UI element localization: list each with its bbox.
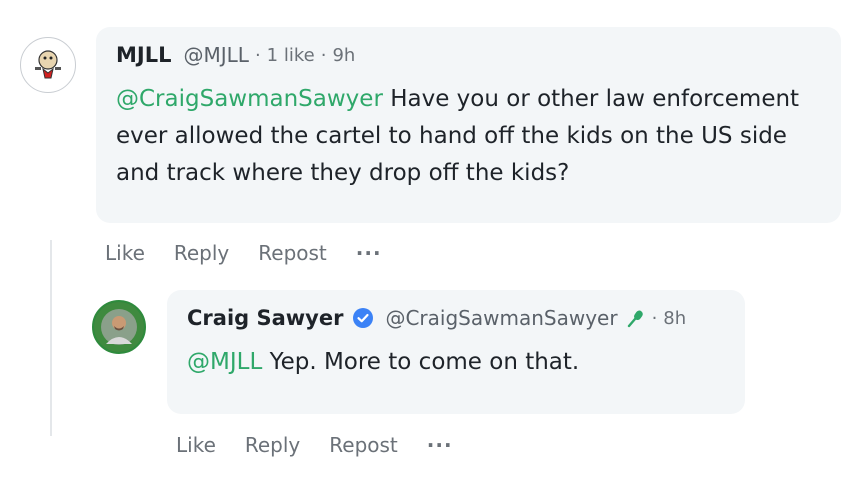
separator-dot: · xyxy=(320,44,327,66)
author-handle[interactable]: @MJLL xyxy=(183,43,248,67)
like-count: 1 like xyxy=(266,44,315,66)
comment-bubble: MJLL @MJLL · 1 like · 9h @CraigSawmanSaw… xyxy=(96,27,841,223)
reply-button[interactable]: Reply xyxy=(174,241,229,265)
mention-link[interactable]: @MJLL xyxy=(187,349,262,375)
profile-photo-icon xyxy=(94,302,144,352)
more-options-icon[interactable]: ··· xyxy=(427,433,453,457)
author-handle[interactable]: @CraigSawmanSawyer xyxy=(385,306,617,330)
comment-header: MJLL @MJLL · 1 like · 9h xyxy=(116,43,821,67)
reply-button[interactable]: Reply xyxy=(245,433,300,457)
reply-body: Yep. More to come on that. xyxy=(262,349,580,375)
microphone-icon xyxy=(627,310,643,328)
timestamp: 8h xyxy=(663,307,687,329)
craig-sawyer-avatar[interactable] xyxy=(92,300,146,354)
repost-button[interactable]: Repost xyxy=(329,433,398,457)
like-button[interactable]: Like xyxy=(176,433,216,457)
mjll-avatar[interactable] xyxy=(20,37,76,93)
thread-line xyxy=(50,240,52,436)
author-name[interactable]: Craig Sawyer xyxy=(187,306,343,330)
mention-link[interactable]: @CraigSawmanSawyer xyxy=(116,86,383,112)
repost-button[interactable]: Repost xyxy=(258,241,327,265)
comment-actions: Like Reply Repost ··· xyxy=(105,241,382,265)
cartoon-character-icon xyxy=(35,50,61,79)
separator-dot: · xyxy=(254,44,261,66)
verified-badge-icon xyxy=(353,308,374,328)
reply-bubble: Craig Sawyer @CraigSawmanSawyer · 8h @MJ… xyxy=(167,290,745,414)
reply-header: Craig Sawyer @CraigSawmanSawyer · 8h xyxy=(187,306,725,330)
like-button[interactable]: Like xyxy=(105,241,145,265)
reply-text: @MJLL Yep. More to come on that. xyxy=(187,344,725,381)
author-name[interactable]: MJLL xyxy=(116,43,171,67)
separator-dot: · xyxy=(651,307,658,329)
reply-actions: Like Reply Repost ··· xyxy=(176,433,453,457)
more-options-icon[interactable]: ··· xyxy=(356,241,382,265)
timestamp: 9h xyxy=(332,44,356,66)
comment-text: @CraigSawmanSawyer Have you or other law… xyxy=(116,81,821,192)
